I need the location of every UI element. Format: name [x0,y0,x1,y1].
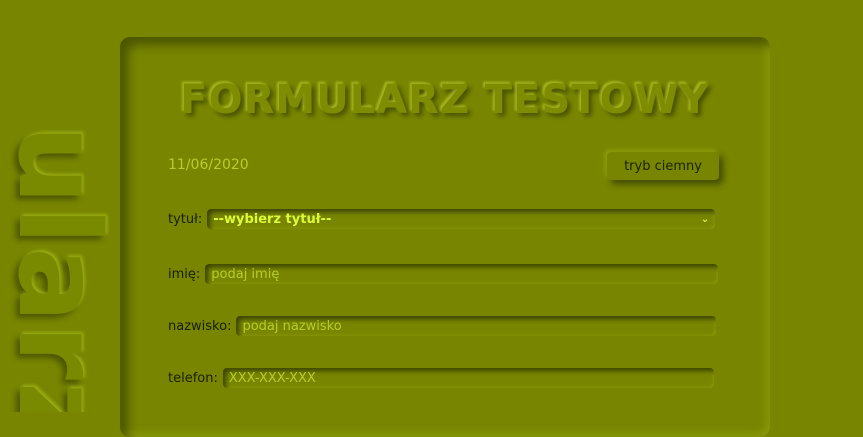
name-input[interactable] [205,264,719,284]
title-select[interactable]: --wybierz tytuł-- ⌄ [207,209,716,229]
form-title: FORMULARZ TESTOWY [180,77,710,123]
name-row: imię: [168,262,719,286]
title-select-value: --wybierz tytuł-- [213,211,332,227]
title-row: tytuł: --wybierz tytuł-- ⌄ [168,207,716,231]
surname-input[interactable] [236,316,717,336]
title-label: tytuł: [168,211,203,227]
form-panel: FORMULARZ TESTOWY 11/06/2020 tryb ciemny… [120,37,770,437]
chevron-down-icon: ⌄ [700,213,710,225]
surname-row: nazwisko: [168,314,717,338]
dark-mode-button[interactable]: tryb ciemny [607,152,719,180]
side-word-text: ularz [8,125,118,412]
form-date: 11/06/2020 [168,157,249,173]
surname-label: nazwisko: [168,318,232,334]
phone-row: telefon: [168,366,714,390]
decorative-side-word: ularz [8,125,118,412]
phone-input[interactable] [222,368,714,388]
name-label: imię: [168,266,201,282]
phone-label: telefon: [168,370,218,386]
